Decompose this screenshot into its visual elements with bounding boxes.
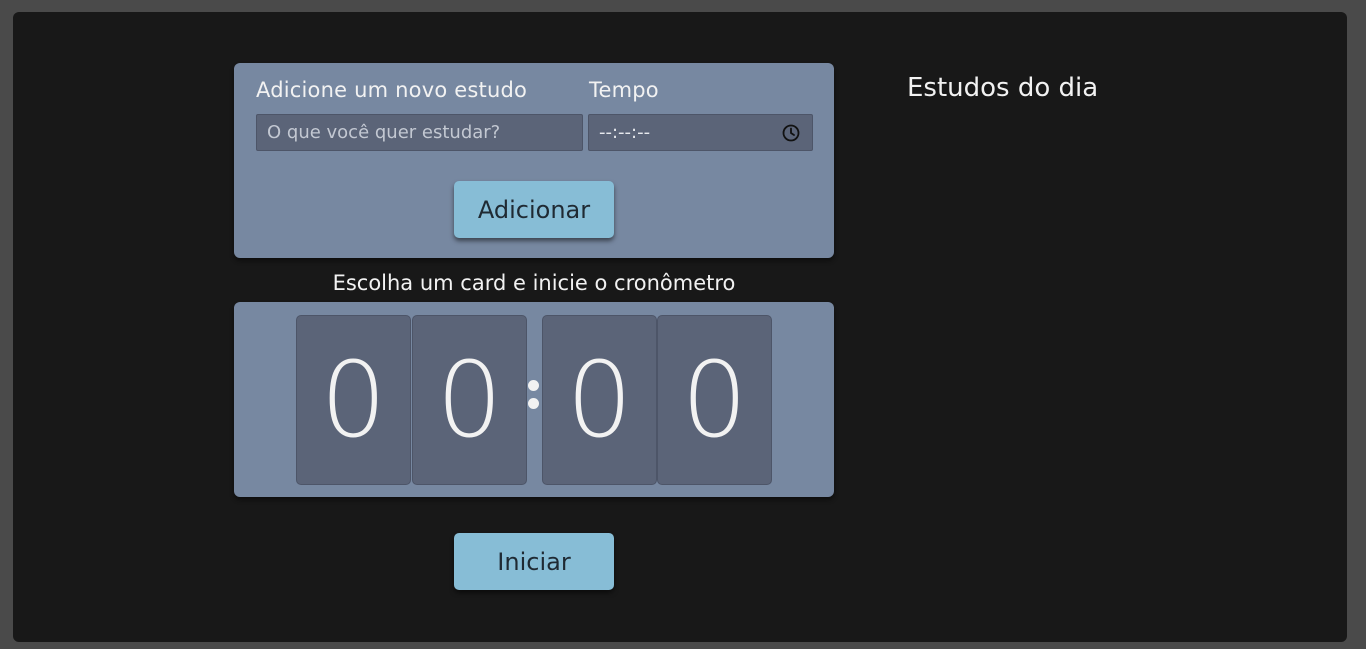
time-input-value: --:--:-- (599, 122, 651, 143)
clock-icon[interactable] (782, 124, 800, 142)
start-button[interactable]: Iniciar (454, 533, 614, 590)
colon-dot-bottom (528, 398, 539, 409)
stopwatch-card: 0 0 0 0 (234, 302, 834, 497)
subject-label: Adicione um novo estudo (256, 78, 528, 102)
subject-input[interactable]: O que você quer estudar? (256, 114, 583, 151)
seconds-tens-digit: 0 (542, 315, 657, 485)
colon-separator (528, 374, 540, 424)
seconds-ones-digit: 0 (657, 315, 772, 485)
add-button[interactable]: Adicionar (454, 181, 614, 238)
minutes-tens-digit: 0 (296, 315, 411, 485)
app-container: Adicione um novo estudo Tempo O que você… (13, 12, 1347, 642)
time-input[interactable]: --:--:-- (588, 114, 813, 151)
add-study-card: Adicione um novo estudo Tempo O que você… (234, 63, 834, 258)
daily-studies-title: Estudos do dia (907, 73, 1099, 103)
minutes-ones-digit: 0 (412, 315, 527, 485)
colon-dot-top (528, 380, 539, 391)
time-label: Tempo (589, 78, 659, 102)
timer-title: Escolha um card e inicie o cronômetro (332, 271, 736, 295)
